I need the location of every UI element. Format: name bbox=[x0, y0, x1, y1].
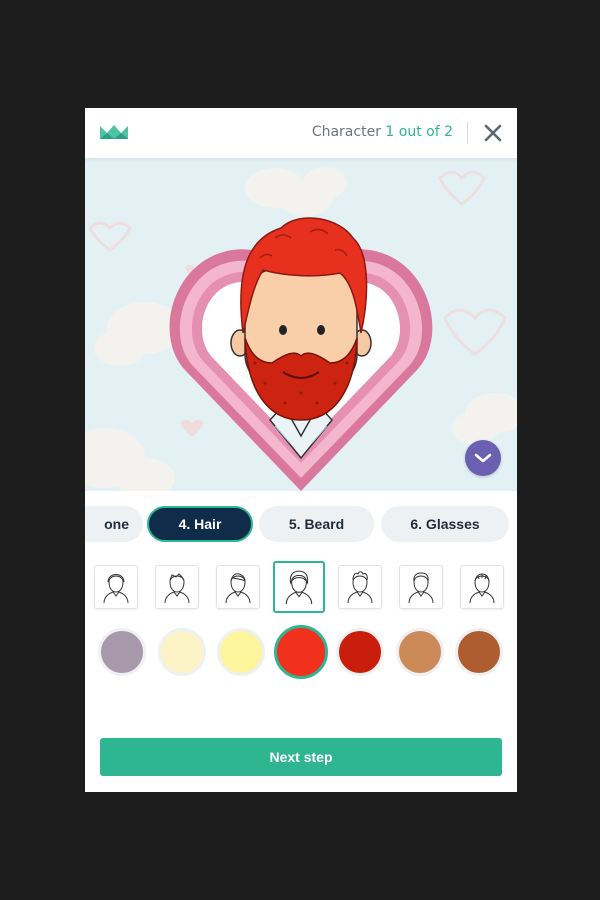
collapse-preview-button[interactable] bbox=[465, 440, 501, 476]
hairstyle-2-icon bbox=[164, 573, 190, 604]
hairstyle-option-5[interactable] bbox=[338, 565, 382, 609]
hair-color-swatches bbox=[85, 625, 517, 682]
color-swatch-5[interactable] bbox=[336, 628, 384, 676]
color-swatch-2[interactable] bbox=[158, 628, 206, 676]
color-swatch-3[interactable] bbox=[217, 628, 265, 676]
next-step-button[interactable]: Next step bbox=[100, 738, 502, 776]
step-indicator: Character 1 out of 2 bbox=[312, 124, 453, 140]
crown-logo-icon bbox=[100, 125, 128, 139]
color-swatch-1[interactable] bbox=[98, 628, 146, 676]
hairstyle-option-1[interactable] bbox=[94, 565, 138, 609]
hairstyle-option-2[interactable] bbox=[155, 565, 199, 609]
hairstyle-options bbox=[85, 561, 517, 615]
color-swatch-6[interactable] bbox=[396, 628, 444, 676]
step-label: Character bbox=[311, 124, 381, 140]
hairstyle-option-7[interactable] bbox=[460, 565, 504, 609]
top-bar: Character 1 out of 2 bbox=[85, 108, 517, 158]
tab-hair[interactable]: 4. Hair bbox=[147, 506, 253, 542]
tab-label: 6. Glasses bbox=[410, 516, 480, 532]
tab-glasses[interactable]: 6. Glasses bbox=[381, 506, 509, 542]
step-progress: 1 out of 2 bbox=[385, 124, 453, 140]
character-builder-card: Character 1 out of 2 one 4. Hair 5. Bear… bbox=[85, 108, 517, 792]
hairstyle-6-icon bbox=[408, 572, 434, 604]
hairstyle-option-6[interactable] bbox=[399, 565, 443, 609]
color-swatch-7[interactable] bbox=[455, 628, 503, 676]
close-icon[interactable] bbox=[481, 121, 505, 145]
avatar-preview bbox=[85, 158, 517, 491]
hairstyle-1-icon bbox=[103, 574, 129, 604]
tab-label: 4. Hair bbox=[178, 516, 222, 532]
color-swatch-4[interactable] bbox=[274, 625, 328, 679]
avatar-illustration bbox=[85, 167, 517, 491]
hairstyle-option-3[interactable] bbox=[216, 565, 260, 609]
header-divider bbox=[467, 122, 468, 144]
tab-label: 5. Beard bbox=[288, 516, 345, 532]
tab-skin-tone[interactable]: one bbox=[85, 506, 143, 542]
tab-beard[interactable]: 5. Beard bbox=[259, 506, 374, 542]
hairstyle-4-icon bbox=[285, 570, 313, 604]
hairstyle-3-icon bbox=[225, 573, 251, 604]
tab-label: one bbox=[104, 516, 129, 532]
hairstyle-5-icon bbox=[347, 571, 373, 604]
next-step-label: Next step bbox=[269, 749, 333, 765]
chevron-down-icon bbox=[474, 453, 492, 463]
hairstyle-7-icon bbox=[469, 573, 495, 604]
hairstyle-option-4[interactable] bbox=[273, 561, 325, 613]
category-tabs: one 4. Hair 5. Beard 6. Glasses bbox=[85, 506, 517, 542]
